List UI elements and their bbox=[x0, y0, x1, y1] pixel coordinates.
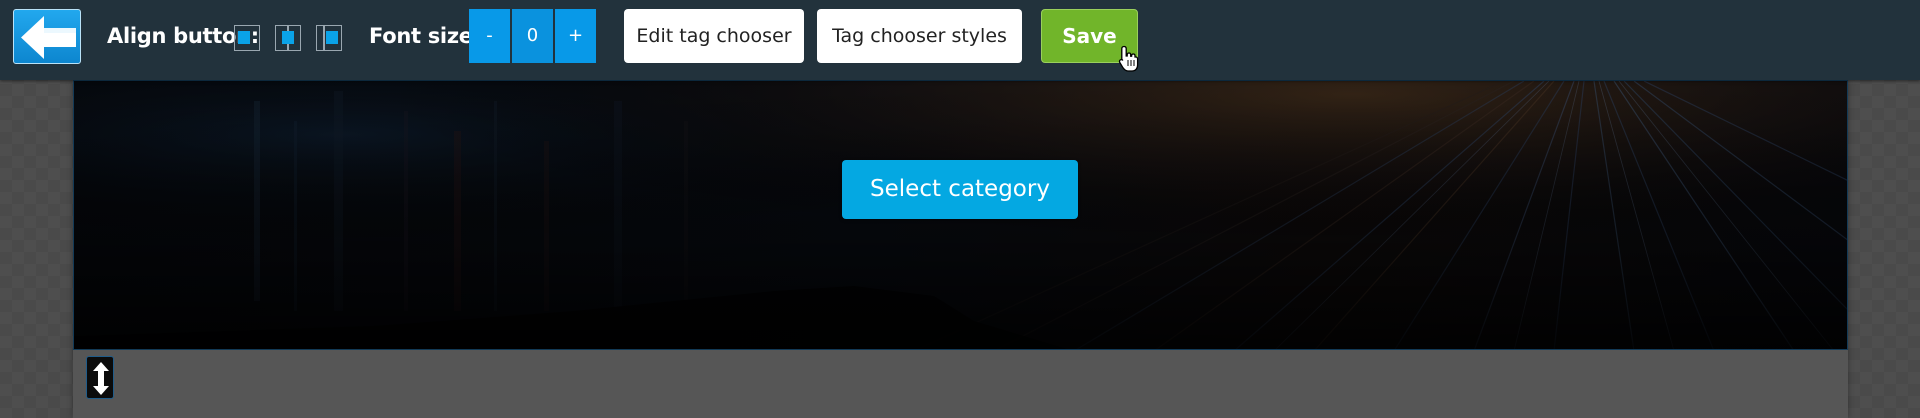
resize-handle[interactable] bbox=[86, 356, 114, 399]
align-left-button[interactable] bbox=[234, 25, 260, 51]
font-size-value: 0 bbox=[512, 9, 553, 63]
font-size-label: Font size: bbox=[369, 24, 481, 48]
arrow-left-icon bbox=[21, 16, 76, 59]
back-button[interactable] bbox=[13, 9, 81, 64]
font-size-decrease-button[interactable]: - bbox=[469, 9, 510, 63]
edit-tag-chooser-button[interactable]: Edit tag chooser bbox=[624, 9, 804, 63]
select-category-button[interactable]: Select category bbox=[842, 160, 1078, 219]
tag-chooser-styles-button[interactable]: Tag chooser styles bbox=[817, 9, 1022, 63]
hand-pointer-icon bbox=[1118, 45, 1139, 72]
editor-toolbar: Align button: Font size: - 0 + Edit tag … bbox=[0, 0, 1920, 80]
align-right-button[interactable] bbox=[316, 25, 342, 51]
font-size-increase-button[interactable]: + bbox=[555, 9, 596, 63]
align-center-button[interactable] bbox=[275, 25, 301, 51]
vertical-resize-icon bbox=[93, 362, 109, 395]
